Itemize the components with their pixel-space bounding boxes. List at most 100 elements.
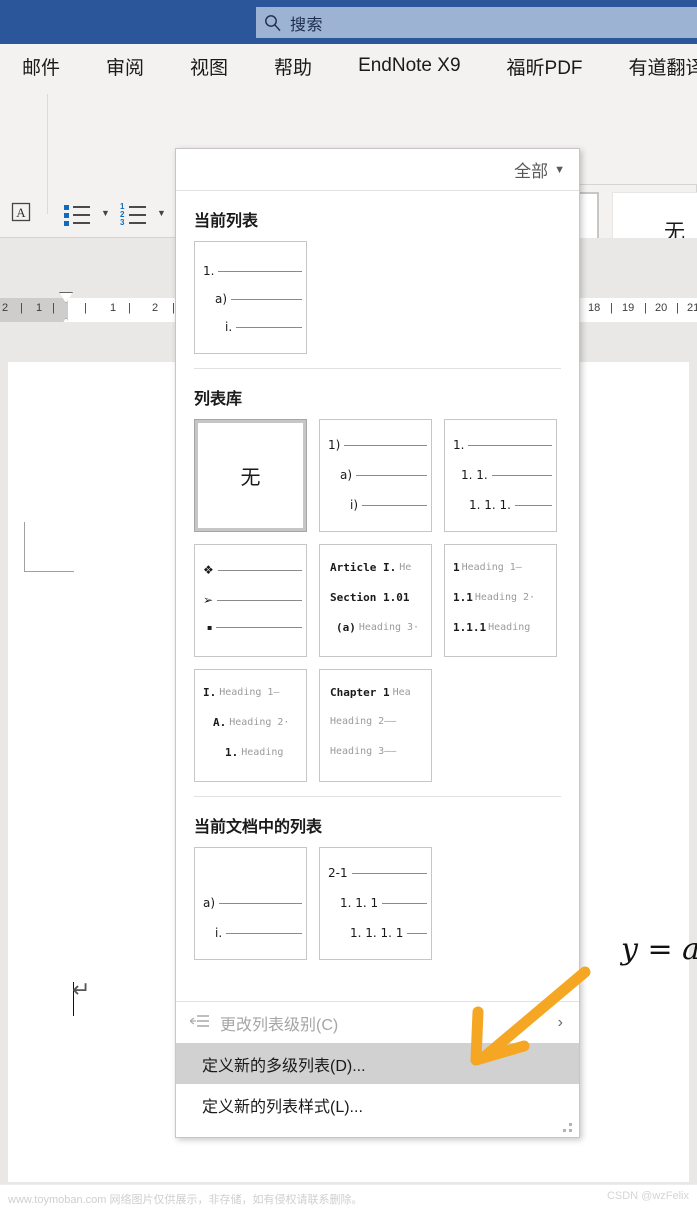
search-icon <box>256 13 290 33</box>
preview-rule <box>351 872 427 874</box>
menu-item-define-new-list-style[interactable]: 定义新的列表样式(L)... <box>176 1084 579 1125</box>
tab-endnote[interactable]: EndNote X9 <box>348 55 470 77</box>
section-title-current-list: 当前列表 <box>194 213 259 230</box>
preview-rule <box>407 932 427 934</box>
preview-rule <box>514 504 552 506</box>
list-library-item-heading-numbered[interactable]: 1 Heading 1— 1.1 Heading 2· 1.1.1 Headin… <box>444 544 557 657</box>
tab-help[interactable]: 帮助 <box>264 53 322 80</box>
preview-number: 1. <box>453 438 465 452</box>
preview-rule <box>236 326 302 328</box>
preview-number: 1.1.1 <box>453 621 487 634</box>
preview-rule <box>231 298 302 300</box>
equation-text[interactable]: y = a <box>621 932 697 967</box>
preview-number: a) <box>340 468 353 482</box>
footer-author-text: CSDN @wzFelix <box>606 1190 689 1202</box>
preview-number: I. <box>203 686 217 699</box>
bullets-dropdown-button[interactable]: ▼ <box>95 200 113 226</box>
document-list-item-a-i[interactable]: a) i. <box>194 847 307 960</box>
preview-number: 1.1 <box>453 591 473 604</box>
preview-heading-text: Heading 2· <box>474 592 536 603</box>
text-effects-button[interactable]: A <box>6 200 36 228</box>
list-library-item-none[interactable]: 无 <box>194 419 307 532</box>
preview-rule <box>362 504 427 506</box>
preview-number: 1. 1. 1. <box>469 498 511 512</box>
menu-item-define-new-multilevel-list[interactable]: 定义新的多级列表(D)... <box>176 1043 579 1084</box>
bullets-button[interactable] <box>62 200 92 226</box>
section-divider <box>194 368 561 369</box>
preview-heading-text: Heading 2—— <box>330 716 397 727</box>
panel-header: 全部 ▼ <box>176 149 579 191</box>
preview-rule <box>382 902 427 904</box>
numbering-dropdown-button[interactable]: ▼ <box>151 200 169 226</box>
preview-number: Article I. <box>330 561 397 574</box>
preview-rule <box>218 270 302 272</box>
preview-heading-text: He <box>399 562 412 573</box>
numbered-list-icon: 1 2 3 <box>120 202 146 227</box>
tab-foxit-pdf[interactable]: 福昕PDF <box>497 53 593 80</box>
menu-item-change-list-level[interactable]: 更改列表级别(C) › <box>176 1002 579 1043</box>
tab-youdao-translate[interactable]: 有道翻译 <box>619 53 697 80</box>
tab-mailings[interactable]: 邮件 <box>12 53 70 80</box>
preview-heading-text: Heading <box>241 747 284 758</box>
section-divider <box>194 796 561 797</box>
tab-review[interactable]: 审阅 <box>96 53 154 80</box>
panel-resize-grip[interactable] <box>563 1123 573 1133</box>
list-library-item-1-a-i[interactable]: 1) a) i) <box>319 419 432 532</box>
preview-number: A. <box>213 716 227 729</box>
app-root: 搜索 邮件 审阅 视图 帮助 EndNote X9 福昕PDF 有道翻译 A ▼… <box>0 0 697 1210</box>
preview-rule <box>219 902 302 904</box>
menu-item-label: 更改列表级别(C) <box>220 1016 339 1034</box>
paragraph-mark: ↵ <box>72 977 91 1002</box>
document-list-item-2-1[interactable]: 2-1 1. 1. 1 1. 1. 1. 1 <box>319 847 432 960</box>
preview-number: Chapter 1 <box>330 686 390 699</box>
preview-rule <box>217 599 302 601</box>
chevron-down-icon: ▼ <box>157 208 166 218</box>
search-placeholder-text: 搜索 <box>290 16 324 34</box>
preview-number: a) <box>203 896 216 910</box>
list-library-item-chapter-heading[interactable]: Chapter 1 Hea Heading 2—— Heading 3—— <box>319 669 432 782</box>
preview-rule <box>216 627 302 628</box>
preview-number: a) <box>215 292 228 306</box>
chevron-down-icon[interactable]: ▼ <box>554 164 565 176</box>
list-library-item-bullets[interactable]: ❖ ➢ ▪ <box>194 544 307 657</box>
preview-rule <box>217 569 302 571</box>
search-box[interactable]: 搜索 <box>256 7 697 38</box>
current-list-preview[interactable]: 1. a) i. <box>194 241 307 354</box>
preview-bullet: ➢ <box>203 593 214 607</box>
preview-number: 1. 1. 1. 1 <box>350 926 404 940</box>
preview-number: i. <box>225 320 233 334</box>
list-library-row-2: ❖ ➢ ▪ Article I. He Section 1.01 (a) Hea… <box>194 544 579 657</box>
preview-number: 1. <box>225 746 239 759</box>
change-level-icon <box>189 1013 220 1032</box>
tab-view[interactable]: 视图 <box>180 53 238 80</box>
preview-number: i) <box>350 498 359 512</box>
filter-all-label[interactable]: 全部 <box>514 157 548 182</box>
footer-disclaimer-text: www.toymoban.com 网络图片仅供展示，非存储，如有侵权请联系删除。 <box>8 1194 363 1206</box>
ribbon-tab-strip: 邮件 审阅 视图 帮助 EndNote X9 福昕PDF 有道翻译 <box>0 44 697 88</box>
preview-number: Section 1.01 <box>330 591 410 604</box>
numbering-button[interactable]: 1 2 3 <box>118 200 148 227</box>
preview-heading-text: Heading 3—— <box>330 746 397 757</box>
list-library-item-article-section[interactable]: Article I. He Section 1.01 (a) Heading 3… <box>319 544 432 657</box>
preview-heading-text: Hea <box>392 687 411 698</box>
ruler-tick-left-1: 1 <box>36 302 43 314</box>
preview-heading-text: Heading 2· <box>229 717 290 728</box>
list-library-item-decimal[interactable]: 1. 1. 1. 1. 1. 1. <box>444 419 557 532</box>
preview-number: 1) <box>328 438 341 452</box>
ruler-tick-20: 20 <box>655 302 668 314</box>
document-lists-gallery: a) i. 2-1 1. 1. 1 1. 1. 1. 1 <box>194 847 579 960</box>
preview-number: 1. 1. <box>461 468 488 482</box>
preview-rule <box>356 474 427 476</box>
preview-bullet: ▪ <box>207 623 213 632</box>
preview-number: 1. <box>203 264 215 278</box>
text-boundary-corner <box>24 522 74 572</box>
ruler-tick-19: 19 <box>622 302 635 314</box>
list-library-row-1: 无 1) a) i) 1. 1. 1. 1. 1. 1. <box>194 419 579 532</box>
chevron-down-icon: ▼ <box>101 208 110 218</box>
menu-item-label: 定义新的列表样式(L)... <box>202 1098 363 1116</box>
footer-watermark-bar: www.toymoban.com 网络图片仅供展示，非存储，如有侵权请联系删除。… <box>0 1184 697 1210</box>
ruler-tick-1: 1 <box>110 302 117 314</box>
list-library-item-roman-heading[interactable]: I. Heading 1— A. Heading 2· 1. Heading <box>194 669 307 782</box>
section-title-lists-in-document: 当前文档中的列表 <box>194 819 323 836</box>
chevron-right-icon: › <box>557 1013 563 1031</box>
